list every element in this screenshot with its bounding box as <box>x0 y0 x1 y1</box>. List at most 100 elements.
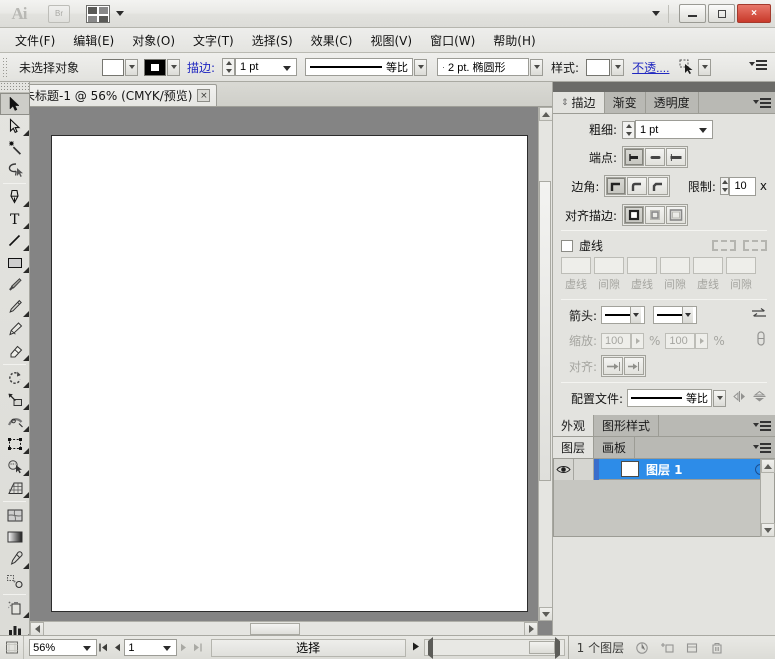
layers-list[interactable]: 图层 1 <box>553 458 775 537</box>
stroke-weight-label[interactable]: 描边: <box>187 59 215 76</box>
status-scroll-right-icon[interactable] <box>554 636 560 659</box>
round-join-button[interactable] <box>627 177 648 195</box>
paintbrush-tool[interactable] <box>0 274 30 296</box>
eraser-tool[interactable] <box>0 340 30 362</box>
dash-preserve-button[interactable] <box>712 240 736 251</box>
menu-window[interactable]: 窗口(W) <box>421 29 484 52</box>
gradient-tool[interactable] <box>0 526 30 548</box>
line-segment-tool[interactable] <box>0 230 30 252</box>
symbol-sprayer-tool[interactable] <box>0 597 30 619</box>
flip-along-icon[interactable] <box>732 390 747 406</box>
arrow-scale-start-input[interactable]: 100 <box>601 332 631 349</box>
align-center-button[interactable] <box>624 206 644 224</box>
table-row[interactable]: 图层 1 <box>554 458 774 480</box>
menu-select[interactable]: 选择(S) <box>243 29 302 52</box>
close-icon[interactable]: × <box>197 89 211 102</box>
blend-tool[interactable] <box>0 570 30 592</box>
create-new-layer-icon[interactable] <box>684 640 699 655</box>
control-bar-menu-icon[interactable] <box>749 60 771 74</box>
scale-tool[interactable] <box>0 389 30 411</box>
projecting-cap-button[interactable] <box>666 148 686 166</box>
status-scroll-left-icon[interactable] <box>427 636 433 659</box>
make-clipping-mask-icon[interactable] <box>634 640 649 655</box>
horizontal-scroll-thumb[interactable] <box>250 623 300 635</box>
scroll-right-arrow-icon[interactable] <box>524 622 538 635</box>
canvas-viewport[interactable] <box>30 107 538 621</box>
select-similar-objects-icon[interactable] <box>679 59 697 75</box>
selection-tool[interactable] <box>0 93 30 115</box>
artboard[interactable] <box>51 135 528 612</box>
stroke-weight-stepper[interactable] <box>622 120 635 139</box>
menu-edit[interactable]: 编辑(E) <box>64 29 123 52</box>
document-tab[interactable]: 未标题-1 @ 56% (CMYK/预览) × <box>13 84 218 106</box>
artboard-navigation-icon[interactable] <box>0 635 25 659</box>
layers-panel-menu-icon[interactable] <box>753 437 775 458</box>
extend-arrow-beyond-end-button[interactable] <box>603 357 623 375</box>
scroll-up-arrow-icon[interactable] <box>539 107 552 121</box>
miter-limit-input[interactable]: 10 <box>729 176 756 196</box>
rectangle-tool[interactable] <box>0 252 30 274</box>
eye-icon[interactable] <box>554 458 574 480</box>
select-similar-dropdown[interactable] <box>698 58 712 76</box>
layers-vertical-scrollbar[interactable] <box>760 459 775 537</box>
last-artboard-button[interactable] <box>191 639 205 656</box>
menu-type[interactable]: 文字(T) <box>184 29 243 52</box>
gap-input-2[interactable] <box>660 257 690 274</box>
dash-input-3[interactable] <box>693 257 723 274</box>
artboard-number-select[interactable]: 1 <box>124 639 177 656</box>
next-artboard-button[interactable] <box>177 639 191 656</box>
tab-gradient[interactable]: 渐变 <box>605 92 646 113</box>
scroll-left-arrow-icon[interactable] <box>30 622 44 635</box>
workspace-switcher-icon[interactable] <box>86 4 110 23</box>
status-scroll-thumb[interactable] <box>528 641 555 654</box>
workspace-chevron-down-icon[interactable] <box>116 11 124 16</box>
tab-stroke[interactable]: ⇕ 描边 <box>553 92 605 113</box>
list-item[interactable]: 图层 1 <box>646 461 683 478</box>
menu-view[interactable]: 视图(V) <box>361 29 421 52</box>
gap-input-1[interactable] <box>594 257 624 274</box>
toolbox-grip[interactable] <box>0 82 29 93</box>
flip-across-icon[interactable] <box>752 390 767 406</box>
swap-arrowheads-icon[interactable] <box>751 307 767 323</box>
arrowhead-end-chevron-down-icon[interactable] <box>682 307 693 323</box>
menu-effect[interactable]: 效果(C) <box>302 29 362 52</box>
place-arrow-at-end-button[interactable] <box>624 357 644 375</box>
blob-brush-tool[interactable] <box>0 318 30 340</box>
brush-definition-select[interactable]: · 2 pt. 椭圆形 <box>437 58 530 76</box>
fill-swatch[interactable] <box>102 58 124 76</box>
link-scales-icon[interactable] <box>755 331 767 350</box>
lock-toggle[interactable] <box>574 458 594 480</box>
stroke-weight-input[interactable]: 1 pt <box>235 58 298 76</box>
align-outside-button[interactable] <box>666 206 686 224</box>
arrowhead-end-select[interactable] <box>653 306 697 324</box>
bevel-join-button[interactable] <box>648 177 669 195</box>
eyedropper-tool[interactable] <box>0 548 30 570</box>
align-inside-button[interactable] <box>645 206 665 224</box>
menu-file[interactable]: 文件(F) <box>6 29 64 52</box>
stroke-weight-input[interactable]: 1 pt <box>635 120 713 139</box>
fill-swatch-dropdown[interactable] <box>125 58 138 76</box>
graphic-style-dropdown[interactable] <box>611 58 625 76</box>
arrow-scale-start-chevron-icon[interactable] <box>631 332 644 349</box>
dashed-line-checkbox[interactable] <box>561 239 573 252</box>
status-menu-arrow-icon[interactable] <box>410 641 421 655</box>
tab-transparency[interactable]: 透明度 <box>646 92 699 113</box>
layers-scroll-down-icon[interactable] <box>761 523 775 537</box>
opacity-link[interactable]: 不透.... <box>632 59 669 76</box>
free-transform-tool[interactable] <box>0 433 30 455</box>
maximize-button[interactable] <box>708 4 735 23</box>
stroke-weight-stepper[interactable] <box>222 58 236 76</box>
vertical-scroll-thumb[interactable] <box>539 181 551 481</box>
scroll-down-arrow-icon[interactable] <box>539 607 552 621</box>
gap-input-3[interactable] <box>726 257 756 274</box>
miter-join-button[interactable] <box>606 177 627 195</box>
graphic-style-swatch[interactable] <box>586 58 611 76</box>
tab-graphic-styles[interactable]: 图形样式 <box>594 415 660 436</box>
status-horizontal-scrollbar[interactable] <box>423 636 565 659</box>
tab-appearance[interactable]: 外观 <box>553 415 595 436</box>
close-button[interactable]: × <box>737 4 771 23</box>
dash-input-1[interactable] <box>561 257 591 274</box>
menu-object[interactable]: 对象(O) <box>123 29 184 52</box>
dash-input-2[interactable] <box>627 257 657 274</box>
shape-builder-tool[interactable] <box>0 455 30 477</box>
